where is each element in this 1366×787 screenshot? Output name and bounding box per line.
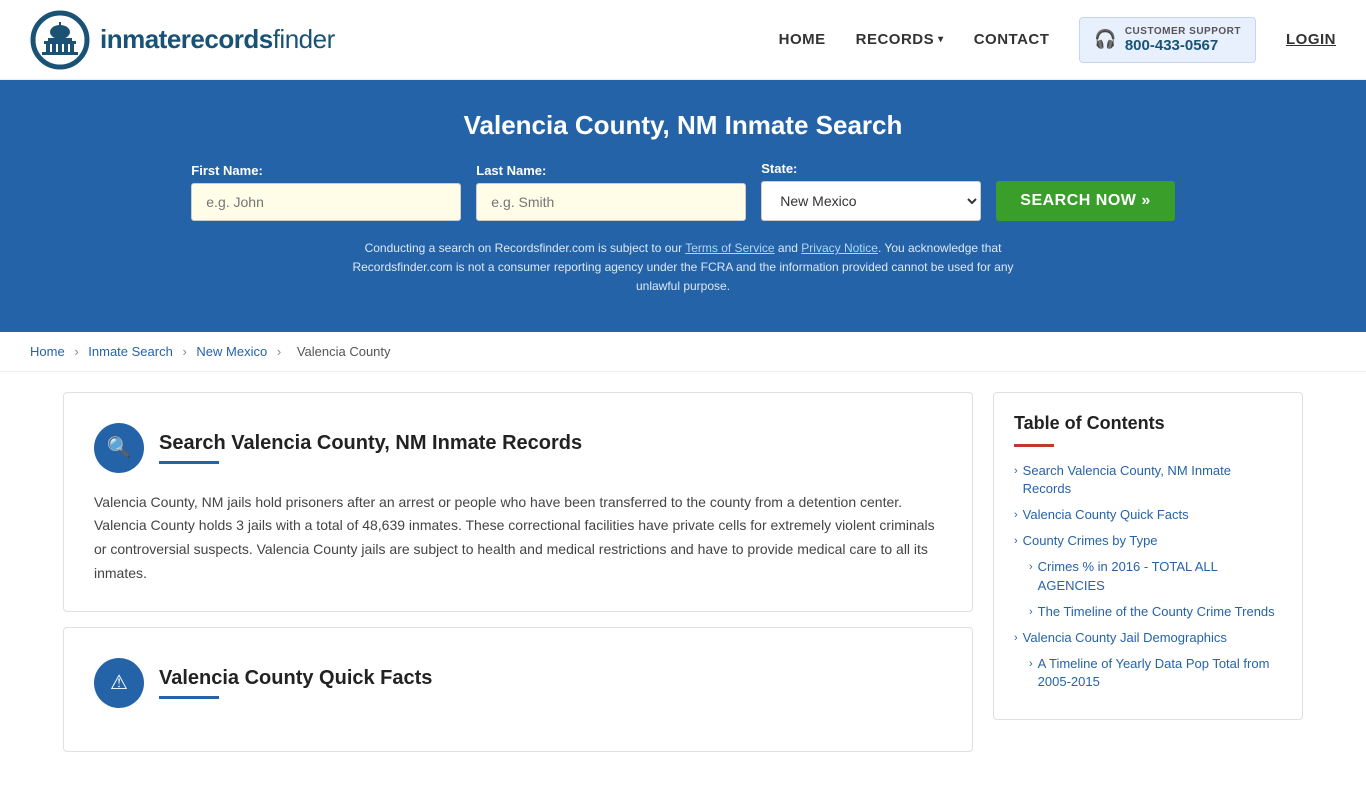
nav-contact[interactable]: CONTACT xyxy=(974,31,1050,48)
section-header-1: 🔍 Search Valencia County, NM Inmate Reco… xyxy=(94,423,942,473)
main-content: 🔍 Search Valencia County, NM Inmate Reco… xyxy=(43,392,1323,767)
section-title-1: Search Valencia County, NM Inmate Record… xyxy=(159,432,582,455)
content-right: Table of Contents › Search Valencia Coun… xyxy=(993,392,1303,767)
login-button[interactable]: LOGIN xyxy=(1286,31,1336,48)
toc-arrow-2: › xyxy=(1014,508,1018,523)
support-text: CUSTOMER SUPPORT 800-433-0567 xyxy=(1125,26,1241,54)
nav-records[interactable]: RECORDS ▾ xyxy=(856,31,944,48)
main-nav: HOME RECORDS ▾ CONTACT 🎧 CUSTOMER SUPPOR… xyxy=(779,17,1336,63)
toc-link-7[interactable]: › A Timeline of Yearly Data Pop Total fr… xyxy=(1029,655,1282,691)
state-group: State: New Mexico xyxy=(761,161,981,221)
toc-arrow-4: › xyxy=(1029,560,1033,575)
page-title: Valencia County, NM Inmate Search xyxy=(40,110,1326,141)
warning-section-icon: ⚠ xyxy=(94,658,144,708)
breadcrumb-home[interactable]: Home xyxy=(30,344,65,359)
first-name-input[interactable] xyxy=(191,183,461,221)
records-chevron-icon: ▾ xyxy=(938,34,944,45)
toc-link-6[interactable]: › Valencia County Jail Demographics xyxy=(1014,629,1282,647)
search-form: First Name: Last Name: State: New Mexico… xyxy=(40,161,1326,221)
last-name-input[interactable] xyxy=(476,183,746,221)
toc-arrow-7: › xyxy=(1029,657,1033,672)
search-section-icon: 🔍 xyxy=(94,423,144,473)
breadcrumb-current: Valencia County xyxy=(297,344,391,359)
breadcrumb-separator-1: › xyxy=(74,344,78,359)
toc-list: › Search Valencia County, NM Inmate Reco… xyxy=(1014,462,1282,692)
logo-text: inmaterecordsfinder xyxy=(100,24,335,55)
toc-item-1: › Search Valencia County, NM Inmate Reco… xyxy=(1014,462,1282,498)
terms-link[interactable]: Terms of Service xyxy=(685,241,774,255)
nav-home[interactable]: HOME xyxy=(779,31,826,48)
section-header-2: ⚠ Valencia County Quick Facts xyxy=(94,658,942,708)
toc-item-7: › A Timeline of Yearly Data Pop Total fr… xyxy=(1014,655,1282,691)
section-inmate-records: 🔍 Search Valencia County, NM Inmate Reco… xyxy=(63,392,973,612)
section-quick-facts: ⚠ Valencia County Quick Facts xyxy=(63,627,973,752)
customer-support-box: 🎧 CUSTOMER SUPPORT 800-433-0567 xyxy=(1079,17,1256,63)
first-name-label: First Name: xyxy=(191,163,263,178)
toc-link-4[interactable]: › Crimes % in 2016 - TOTAL ALL AGENCIES xyxy=(1029,558,1282,594)
toc-item-5: › The Timeline of the County Crime Trend… xyxy=(1014,603,1282,621)
state-select[interactable]: New Mexico xyxy=(761,181,981,221)
breadcrumb-inmate-search[interactable]: Inmate Search xyxy=(88,344,173,359)
privacy-link[interactable]: Privacy Notice xyxy=(801,241,878,255)
logo-icon xyxy=(30,10,90,70)
toc-title: Table of Contents xyxy=(1014,413,1282,434)
toc-link-5[interactable]: › The Timeline of the County Crime Trend… xyxy=(1029,603,1282,621)
toc-divider xyxy=(1014,444,1054,447)
toc-item-3: › County Crimes by Type xyxy=(1014,532,1282,550)
breadcrumb: Home › Inmate Search › New Mexico › Vale… xyxy=(0,332,1366,372)
disclaimer-text: Conducting a search on Recordsfinder.com… xyxy=(333,239,1033,297)
hero-section: Valencia County, NM Inmate Search First … xyxy=(0,80,1366,332)
state-label: State: xyxy=(761,161,797,176)
toc-link-3[interactable]: › County Crimes by Type xyxy=(1014,532,1282,550)
last-name-group: Last Name: xyxy=(476,163,746,221)
breadcrumb-new-mexico[interactable]: New Mexico xyxy=(196,344,267,359)
toc-arrow-3: › xyxy=(1014,534,1018,549)
header: inmaterecordsfinder HOME RECORDS ▾ CONTA… xyxy=(0,0,1366,80)
toc-box: Table of Contents › Search Valencia Coun… xyxy=(993,392,1303,721)
toc-item-4: › Crimes % in 2016 - TOTAL ALL AGENCIES xyxy=(1014,558,1282,594)
toc-item-6: › Valencia County Jail Demographics xyxy=(1014,629,1282,647)
headphone-icon: 🎧 xyxy=(1094,29,1116,50)
last-name-label: Last Name: xyxy=(476,163,546,178)
section-title-2: Valencia County Quick Facts xyxy=(159,667,432,690)
toc-arrow-6: › xyxy=(1014,631,1018,646)
toc-link-1[interactable]: › Search Valencia County, NM Inmate Reco… xyxy=(1014,462,1282,498)
toc-item-2: › Valencia County Quick Facts xyxy=(1014,506,1282,524)
breadcrumb-separator-2: › xyxy=(182,344,186,359)
section-divider-2 xyxy=(159,696,219,699)
toc-arrow-1: › xyxy=(1014,464,1018,479)
first-name-group: First Name: xyxy=(191,163,461,221)
section-body-1: Valencia County, NM jails hold prisoners… xyxy=(94,491,942,586)
breadcrumb-separator-3: › xyxy=(277,344,281,359)
content-left: 🔍 Search Valencia County, NM Inmate Reco… xyxy=(63,392,973,767)
toc-link-2[interactable]: › Valencia County Quick Facts xyxy=(1014,506,1282,524)
toc-arrow-5: › xyxy=(1029,605,1033,620)
section-divider-1 xyxy=(159,461,219,464)
logo-area: inmaterecordsfinder xyxy=(30,10,335,70)
search-button[interactable]: SEARCH NOW » xyxy=(996,181,1174,221)
